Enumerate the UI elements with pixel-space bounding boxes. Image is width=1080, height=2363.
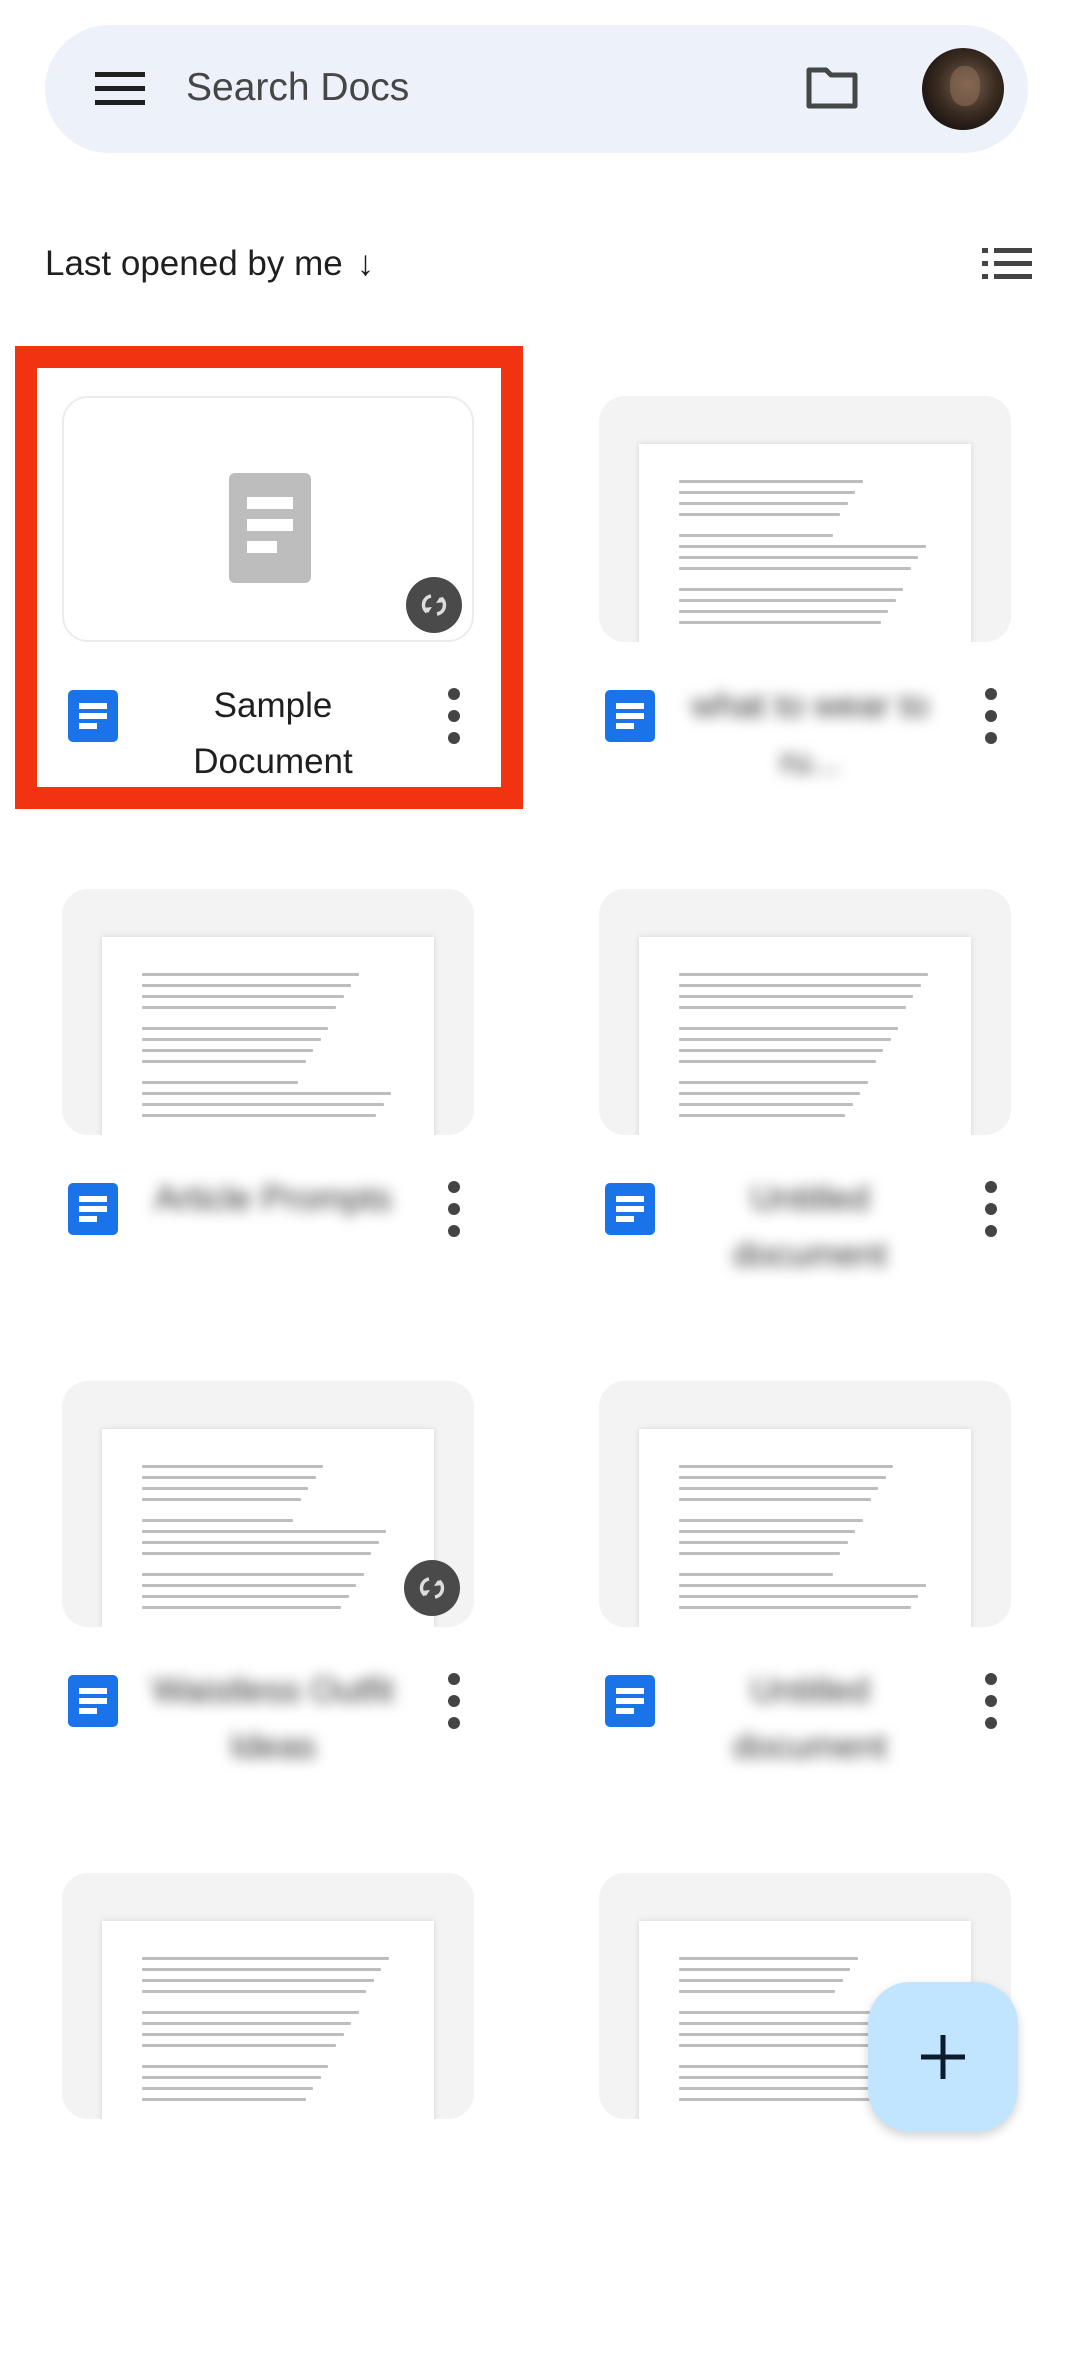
document-title[interactable]: Article Prompts — [152, 1171, 394, 1227]
folder-icon[interactable] — [806, 67, 858, 109]
sort-selector[interactable]: Last opened by me ↓ — [45, 244, 374, 284]
docs-icon — [605, 690, 655, 742]
more-vert-icon[interactable] — [442, 688, 466, 748]
document-thumbnail[interactable] — [62, 1873, 474, 2119]
sync-icon — [419, 1577, 445, 1599]
docs-icon — [605, 1183, 655, 1235]
document-thumbnail[interactable] — [599, 889, 1011, 1135]
document-card[interactable]: Untitled document — [599, 1381, 1011, 1871]
arrow-down-icon: ↓ — [356, 244, 375, 283]
more-vert-icon[interactable] — [442, 1673, 466, 1733]
document-title[interactable]: Sample Document — [152, 678, 394, 790]
more-vert-icon[interactable] — [979, 1673, 1003, 1733]
docs-icon — [605, 1675, 655, 1727]
document-card[interactable]: Sample Document — [62, 396, 474, 886]
document-card[interactable]: Waistless Outfit Ideas — [62, 1381, 474, 1871]
document-thumbnail[interactable] — [62, 396, 474, 642]
hamburger-icon[interactable] — [95, 72, 145, 106]
page-preview — [639, 1429, 971, 1627]
list-view-icon[interactable] — [982, 248, 1032, 280]
sync-badge — [404, 1560, 460, 1616]
docs-icon — [68, 1183, 118, 1235]
document-thumbnail[interactable] — [599, 396, 1011, 642]
more-vert-icon[interactable] — [979, 688, 1003, 748]
sort-label: Last opened by me — [45, 244, 343, 283]
page-preview — [639, 444, 971, 642]
document-thumbnail[interactable] — [599, 1381, 1011, 1627]
search-bar[interactable]: Search Docs — [45, 25, 1028, 153]
document-title[interactable]: Waistless Outfit Ideas — [152, 1663, 394, 1775]
document-thumbnail[interactable] — [62, 1381, 474, 1627]
document-title[interactable]: Untitled document — [689, 1171, 931, 1283]
document-card[interactable]: what to wear to ru... — [599, 396, 1011, 886]
document-thumbnail[interactable] — [62, 889, 474, 1135]
plus-icon — [921, 2035, 965, 2079]
page-preview — [102, 1429, 434, 1627]
page-preview — [639, 937, 971, 1135]
document-title[interactable]: Untitled document — [689, 1663, 931, 1775]
sync-badge — [406, 577, 462, 633]
sync-icon — [421, 594, 447, 616]
document-placeholder-icon — [229, 473, 311, 583]
document-card[interactable]: Article Prompts — [62, 889, 474, 1379]
avatar[interactable] — [922, 48, 1004, 130]
document-title[interactable]: what to wear to ru... — [689, 678, 931, 790]
document-card[interactable]: Untitled document — [599, 889, 1011, 1379]
new-document-button[interactable] — [868, 1982, 1018, 2132]
search-input[interactable]: Search Docs — [186, 66, 409, 110]
docs-icon — [68, 1675, 118, 1727]
page-preview — [102, 937, 434, 1135]
more-vert-icon[interactable] — [979, 1181, 1003, 1241]
page-preview — [102, 1921, 434, 2119]
document-card[interactable] — [62, 1873, 474, 2363]
more-vert-icon[interactable] — [442, 1181, 466, 1241]
docs-icon — [68, 690, 118, 742]
